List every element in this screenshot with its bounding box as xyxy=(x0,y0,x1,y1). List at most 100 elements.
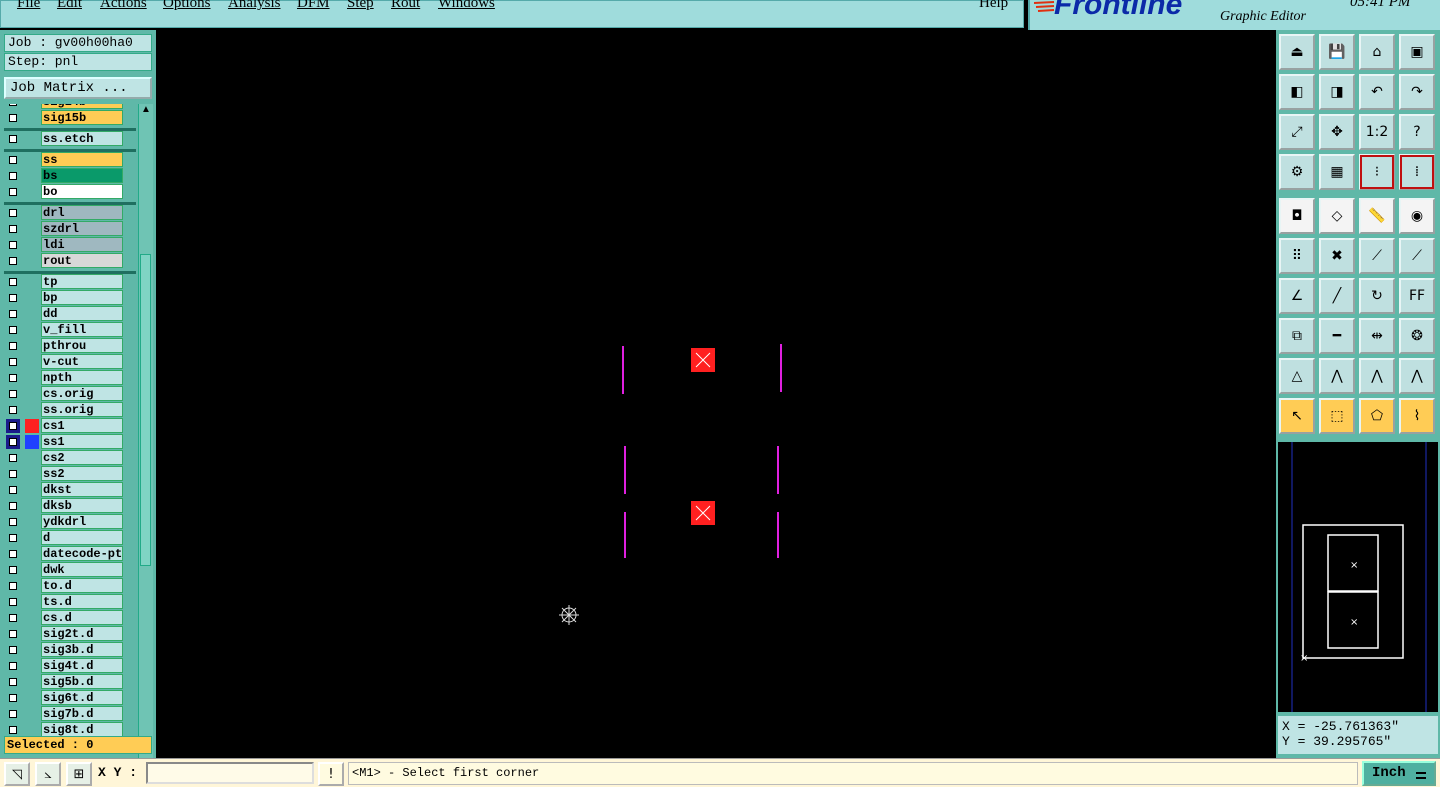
mountain2-button[interactable]: ⋀ xyxy=(1359,358,1395,394)
layer-row[interactable]: szdrl xyxy=(4,221,136,237)
layer-row[interactable]: ss1 xyxy=(4,434,136,450)
layer-checkbox[interactable] xyxy=(6,467,20,481)
layer-checkbox[interactable] xyxy=(6,355,20,369)
layer-checkbox[interactable] xyxy=(6,643,20,657)
layer-checkbox[interactable] xyxy=(6,675,20,689)
select-poly-button[interactable]: ⬠ xyxy=(1359,398,1395,434)
layer-checkbox[interactable] xyxy=(6,169,20,183)
exclaim-button[interactable]: ! xyxy=(318,762,344,786)
layer-row[interactable]: dksb xyxy=(4,498,136,514)
layer-row[interactable]: cs2 xyxy=(4,450,136,466)
layer-name[interactable]: dksb xyxy=(41,498,123,513)
line-button[interactable]: ━ xyxy=(1319,318,1355,354)
layer-checkbox[interactable] xyxy=(6,451,20,465)
layer-row[interactable]: cs1 xyxy=(4,418,136,434)
layer-row[interactable]: sig4t.d xyxy=(4,658,136,674)
triangle-button[interactable]: △ xyxy=(1279,358,1315,394)
connect-button[interactable]: ⠿ xyxy=(1279,238,1315,274)
snap-angle-icon[interactable]: ⦣ xyxy=(35,762,61,786)
layer-name[interactable]: sig2t.d xyxy=(41,626,123,641)
layer-name[interactable]: d xyxy=(41,530,123,545)
window-button[interactable]: ▣ xyxy=(1399,34,1435,70)
layer-name[interactable]: ss.etch xyxy=(41,131,123,146)
layer-row[interactable]: ss.etch xyxy=(4,131,136,147)
layer-checkbox[interactable] xyxy=(6,206,20,220)
arc-button[interactable]: ↻ xyxy=(1359,278,1395,314)
zoom-center-button[interactable]: ✥ xyxy=(1319,114,1355,150)
units-dropdown[interactable]: Inch xyxy=(1362,761,1436,786)
ruler-button[interactable]: 📏 xyxy=(1359,198,1395,234)
layer-name[interactable]: sig4t.d xyxy=(41,658,123,673)
layer-checkbox[interactable] xyxy=(6,547,20,561)
surface-button[interactable]: ◇ xyxy=(1319,198,1355,234)
layer-name[interactable]: bo xyxy=(41,184,123,199)
zoom-fit-button[interactable]: ⤢ xyxy=(1279,114,1315,150)
pan-right-button[interactable]: ◨ xyxy=(1319,74,1355,110)
menu-edit[interactable]: Edit xyxy=(57,0,82,12)
pad-button[interactable]: ◘ xyxy=(1279,198,1315,234)
layer-checkbox[interactable] xyxy=(6,611,20,625)
layer-row[interactable]: tp xyxy=(4,274,136,290)
layer-row[interactable]: npth xyxy=(4,370,136,386)
layer-checkbox[interactable] xyxy=(6,104,20,109)
pan-left-button[interactable]: ◧ xyxy=(1279,74,1315,110)
layer-name[interactable]: ydkdrl xyxy=(41,514,123,529)
layer-row[interactable]: pthrou xyxy=(4,338,136,354)
layer-name[interactable]: sig7b.d xyxy=(41,706,123,721)
layer-row[interactable]: datecode-pte xyxy=(4,546,136,562)
layer-name[interactable]: sig5b.d xyxy=(41,674,123,689)
layer-name[interactable]: dkst xyxy=(41,482,123,497)
menu-dfm[interactable]: DFM xyxy=(297,0,330,12)
layer-row[interactable]: dd xyxy=(4,306,136,322)
layer-name[interactable]: dwk xyxy=(41,562,123,577)
layer-row[interactable]: ts.d xyxy=(4,594,136,610)
layer-checkbox[interactable] xyxy=(6,531,20,545)
layer-name[interactable]: ss xyxy=(41,152,123,167)
layer-row[interactable]: ldi xyxy=(4,237,136,253)
route-button[interactable]: ⌇ xyxy=(1399,398,1435,434)
layer-name[interactable]: ss.orig xyxy=(41,402,123,417)
menu-file[interactable]: File xyxy=(17,0,40,12)
zoom-1-2-button[interactable]: 1:2 xyxy=(1359,114,1395,150)
menu-step[interactable]: Step xyxy=(347,0,374,12)
layer-name[interactable]: ss1 xyxy=(41,434,123,449)
layer-name[interactable]: dd xyxy=(41,306,123,321)
layer-checkbox[interactable] xyxy=(6,403,20,417)
layer-name[interactable]: ldi xyxy=(41,237,123,252)
layer-name[interactable]: szdrl xyxy=(41,221,123,236)
layer-checkbox[interactable] xyxy=(6,222,20,236)
layer-checkbox[interactable] xyxy=(6,339,20,353)
layer-checkbox[interactable] xyxy=(6,132,20,146)
red-pad-bottom[interactable] xyxy=(691,501,715,525)
xy-input[interactable] xyxy=(146,762,314,784)
grid-button[interactable]: ▦ xyxy=(1319,154,1355,190)
layer-checkbox[interactable] xyxy=(6,499,20,513)
layer-row[interactable]: v-cut xyxy=(4,354,136,370)
layer-checkbox[interactable] xyxy=(6,275,20,289)
snap-grid-icon[interactable]: ⊞ xyxy=(66,762,92,786)
scroll-up-arrow-icon[interactable]: ▲ xyxy=(139,104,153,118)
layer-name[interactable]: bs xyxy=(41,168,123,183)
layer-name[interactable]: sig14b xyxy=(41,104,123,109)
menu-help[interactable]: Help xyxy=(979,0,1008,12)
layer-row[interactable]: ss xyxy=(4,152,136,168)
layer-row[interactable]: to.d xyxy=(4,578,136,594)
layer-row[interactable]: cs.d xyxy=(4,610,136,626)
snap-corner-icon[interactable]: ◹ xyxy=(4,762,30,786)
layer-checkbox[interactable] xyxy=(6,254,20,268)
menu-options[interactable]: Options xyxy=(163,0,211,12)
menu-rout[interactable]: Rout xyxy=(391,0,420,12)
layer-name[interactable]: to.d xyxy=(41,578,123,593)
layer-checkbox[interactable] xyxy=(6,515,20,529)
layer-checkbox[interactable] xyxy=(6,153,20,167)
delete-x-button[interactable]: ✖ xyxy=(1319,238,1355,274)
layer-row[interactable]: ss.orig xyxy=(4,402,136,418)
layer-row[interactable]: bp xyxy=(4,290,136,306)
layer-name[interactable]: sig3b.d xyxy=(41,642,123,657)
dimension-button[interactable]: ⇹ xyxy=(1359,318,1395,354)
layer-checkbox[interactable] xyxy=(6,627,20,641)
layer-row[interactable]: bo xyxy=(4,184,136,200)
home-button[interactable]: ⌂ xyxy=(1359,34,1395,70)
layer-name[interactable]: sig8t.d xyxy=(41,722,123,737)
layer-checkbox[interactable] xyxy=(6,387,20,401)
